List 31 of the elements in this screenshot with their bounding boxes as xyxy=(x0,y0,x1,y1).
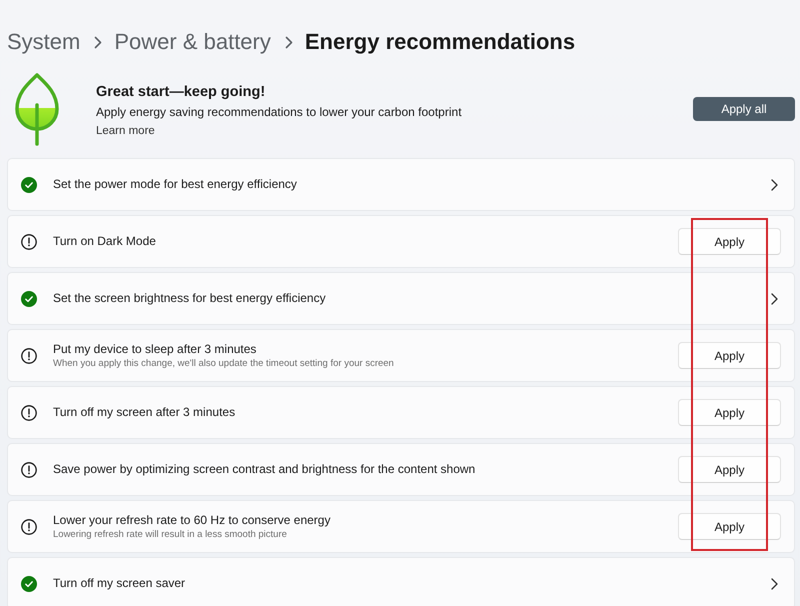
recommendation-title: Save power by optimizing screen contrast and brightness for the content shown xyxy=(53,462,476,477)
recommendation-title: Lower your refresh rate to 60 Hz to conserve energy xyxy=(53,512,330,528)
recommendation-title: Put my device to sleep after 3 minutes xyxy=(53,342,256,356)
chevron-right-icon xyxy=(284,36,293,48)
chevron-right-icon xyxy=(94,36,102,48)
recommendation-card[interactable]: Turn off my screen saver xyxy=(7,557,795,606)
recommendation-title: Set the power mode for best energy efficiency xyxy=(53,177,297,192)
recommendation-description: Lowering refresh rate will result in a less smooth picture xyxy=(53,528,287,540)
status-title: Great start—keep going! xyxy=(96,83,266,101)
recommendation-title: Turn off my screen saver xyxy=(53,576,186,591)
apply-button[interactable]: Apply xyxy=(678,513,781,540)
apply-button[interactable]: Apply xyxy=(678,342,781,369)
learn-more-link[interactable]: Learn more xyxy=(96,122,155,140)
apply-button[interactable]: Apply xyxy=(678,456,781,483)
recommendation-title: Turn on Dark Mode xyxy=(53,234,156,249)
breadcrumb-link[interactable]: System xyxy=(7,27,80,57)
recommendation-card[interactable]: Set the screen brightness for best energy efficiency xyxy=(7,272,795,325)
status-description: Apply energy saving recommendations to lower your carbon footprint xyxy=(96,104,462,121)
chevron-right-icon xyxy=(771,178,778,190)
page-title: Energy recommendations xyxy=(304,28,576,56)
leaf-icon xyxy=(14,72,60,146)
chevron-right-icon xyxy=(771,578,778,590)
breadcrumb-link[interactable]: Power & battery xyxy=(114,27,271,57)
recommendation-title: Turn off my screen after 3 minutes xyxy=(53,405,236,420)
apply-button[interactable]: Apply xyxy=(678,228,781,255)
apply-button[interactable]: Apply xyxy=(678,399,781,426)
apply-all-button[interactable]: Apply all xyxy=(693,97,795,121)
recommendation-card[interactable]: Set the power mode for best energy efficiency xyxy=(7,158,795,211)
recommendation-title: Set the screen brightness for best energy efficiency xyxy=(53,291,326,306)
chevron-right-icon xyxy=(771,292,778,304)
recommendation-description: When you apply this change, we'll also update the timeout setting for your screen xyxy=(53,356,394,370)
